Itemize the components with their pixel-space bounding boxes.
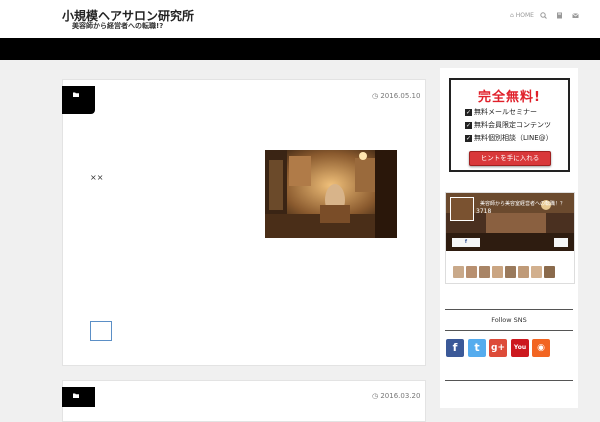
folder-icon [73, 92, 79, 99]
promo-title: 完全無料! [478, 90, 541, 105]
facebook-page-name[interactable]: 美容師から美容室経営者への転職！？ [480, 200, 565, 207]
category-label[interactable] [62, 86, 95, 114]
post-date-text: 2016.03.20 [380, 392, 421, 400]
divider [445, 330, 573, 331]
book-icon[interactable] [556, 12, 563, 19]
checkbox-icon: ✓ [465, 108, 472, 116]
fan-avatar[interactable] [479, 266, 490, 278]
promo-item-text: 無料会員限定コンテンツ [474, 121, 551, 129]
post-date: ◷ 2016.03.20 [372, 392, 420, 400]
embed-placeholder[interactable] [90, 321, 112, 341]
promo-item: ✓ 無料会員限定コンテンツ [465, 120, 551, 130]
promo-item: ✓ 無料メールセミナー [465, 107, 537, 117]
fan-avatar[interactable] [466, 266, 477, 278]
promo-banner[interactable]: 完全無料! ✓ 無料メールセミナー ✓ 無料会員限定コンテンツ ✓ 無料個別相談（LI… [449, 78, 570, 172]
googleplus-icon[interactable]: g+ [489, 339, 507, 357]
clock-icon: ◷ [372, 392, 379, 400]
global-menu-bar [0, 38, 600, 60]
post-excerpt: ×× [90, 173, 104, 182]
fan-avatar[interactable] [453, 266, 464, 278]
clock-icon: ◷ [372, 92, 379, 100]
search-icon[interactable] [540, 12, 547, 19]
post-date-text: 2016.05.10 [380, 92, 421, 100]
checkbox-icon: ✓ [465, 121, 472, 129]
post-date: ◷ 2016.05.10 [372, 92, 420, 100]
facebook-avatar[interactable] [450, 197, 474, 221]
facebook-icon: f [464, 239, 468, 245]
follow-sns-heading: Follow SNS [491, 316, 527, 324]
nav-home-label: HOME [515, 12, 534, 19]
facebook-like-count: 3718 [476, 208, 492, 215]
facebook-page-widget[interactable]: 美容師から美容室経営者への転職！？ 3718 f [445, 192, 575, 284]
fan-avatar[interactable] [531, 266, 542, 278]
home-icon: ⌂ [510, 12, 514, 19]
promo-item-text: 無料メールセミナー [474, 108, 537, 116]
nav-home-link[interactable]: ⌂ HOME [510, 12, 534, 19]
post-thumbnail[interactable] [265, 150, 397, 238]
category-label[interactable] [62, 387, 95, 407]
fan-avatar[interactable] [492, 266, 503, 278]
mail-icon[interactable] [572, 12, 579, 19]
promo-item: ✓ 無料個別相談（LINE@） [465, 133, 553, 143]
promo-item-text: 無料個別相談（LINE@） [474, 134, 553, 142]
divider [445, 309, 573, 310]
youtube-icon[interactable]: You [511, 339, 529, 357]
facebook-icon[interactable]: f [446, 339, 464, 357]
divider [445, 380, 573, 381]
fan-avatar[interactable] [544, 266, 555, 278]
post-card[interactable] [62, 380, 426, 422]
checkbox-icon: ✓ [465, 134, 472, 142]
facebook-cover-image[interactable]: 美容師から美容室経営者への転職！？ 3718 f [446, 193, 574, 251]
twitter-icon[interactable]: t [468, 339, 486, 357]
rss-icon[interactable]: ◉ [532, 339, 550, 357]
facebook-like-button[interactable]: f [452, 238, 480, 247]
site-subtitle: 美容師から経営者への転職!? [72, 22, 164, 30]
fan-avatar[interactable] [518, 266, 529, 278]
fan-avatar[interactable] [505, 266, 516, 278]
facebook-share-button[interactable] [554, 238, 568, 247]
folder-icon [73, 393, 79, 400]
promo-cta-button[interactable]: ヒントを手に入れる [469, 151, 551, 166]
